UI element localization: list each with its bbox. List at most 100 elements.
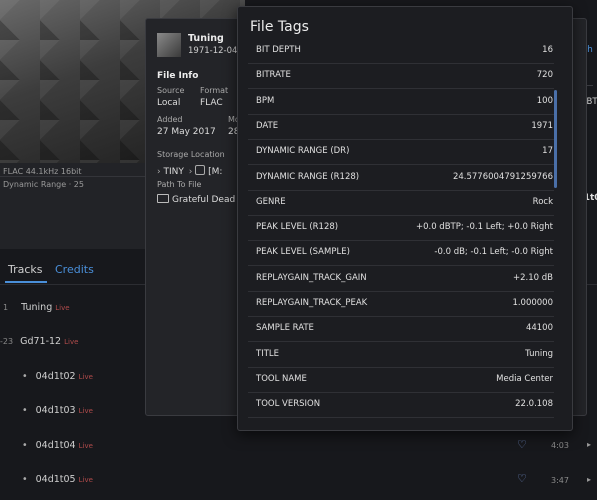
track-title: 04d1t03 [35, 405, 76, 416]
tag-row[interactable]: BPM 100 [248, 89, 554, 115]
track-row[interactable]: • 04d1t05 Live [22, 474, 93, 485]
chevron-right-icon: › [157, 167, 161, 177]
tag-value: 44100 [525, 323, 553, 334]
live-badge: Live [55, 304, 70, 312]
source-label: Source [157, 86, 185, 95]
bullet-icon: • [22, 371, 28, 382]
tag-key: REPLAYGAIN_TRACK_PEAK [256, 298, 368, 308]
tag-row[interactable]: BITRATE 720 [248, 63, 554, 90]
tag-key: DYNAMIC RANGE (DR) [256, 146, 350, 157]
live-badge: Live [78, 476, 93, 484]
tag-row[interactable]: GENRE Rock [248, 190, 554, 216]
bullet-icon: • [22, 405, 28, 416]
folder-name: Grateful Dead [172, 195, 236, 205]
live-badge: Live [64, 338, 79, 346]
tag-row[interactable]: SAMPLE RATE 44100 [248, 316, 554, 343]
favorite-heart-icon[interactable]: ♡ [517, 472, 527, 485]
tag-row[interactable]: TITLE Tuning [248, 342, 554, 368]
storage-path: [M: [208, 167, 223, 177]
tag-row[interactable]: DATE 1971 [248, 114, 554, 140]
tag-value: Media Center [496, 373, 553, 384]
file-info-heading: File Info [157, 71, 199, 81]
track-number: 1 [3, 303, 9, 312]
tag-key: SAMPLE RATE [256, 323, 314, 334]
track-row[interactable]: 1 Tuning Live [3, 302, 70, 313]
tag-key: GENRE [256, 196, 286, 207]
tag-list-scrollbar[interactable] [554, 90, 557, 188]
tag-value: 720 [536, 70, 553, 81]
tag-row[interactable]: REPLAYGAIN_TRACK_GAIN +2.10 dB [248, 266, 554, 292]
play-icon[interactable]: ▸ [587, 440, 591, 449]
path-to-file-label: Path To File [157, 180, 202, 189]
tag-key: TITLE [256, 348, 279, 359]
chevron-right-icon: › [188, 167, 193, 177]
tag-key: TOOL NAME [256, 373, 307, 384]
tag-row[interactable]: PEAK LEVEL (SAMPLE) -0.0 dB; -0.1 Left; -… [248, 240, 554, 267]
tag-value: 100 [536, 95, 553, 106]
tag-key: TOOL VERSION [256, 399, 321, 410]
track-number: -23 [0, 337, 14, 346]
folder-icon [157, 194, 169, 203]
tag-value: 1971 [531, 120, 553, 131]
tag-value: 1.000000 [512, 298, 553, 308]
track-title: Gd71-12 [20, 336, 62, 347]
tag-key: DYNAMIC RANGE (R128) [256, 171, 360, 182]
tag-key: BPM [256, 95, 275, 106]
live-badge: Live [78, 442, 93, 450]
tag-value: +2.10 dB [513, 272, 553, 283]
track-duration: 3:47 [551, 476, 569, 485]
tag-row[interactable]: TOOL VERSION 22.0.108 [248, 392, 554, 419]
tag-value: Rock [532, 196, 553, 207]
tab-tracks-underline [5, 281, 47, 283]
tag-key: PEAK LEVEL (R128) [256, 222, 339, 233]
tag-value: +0.0 dBTP; -0.1 Left; +0.0 Right [415, 222, 553, 233]
tab-credits[interactable]: Credits [55, 263, 94, 276]
tag-list[interactable]: BIT DEPTH 16 BITRATE 720 BPM 100 DATE 1971 DYNAM… [248, 45, 554, 427]
track-title: 04d1t05 [35, 474, 76, 485]
tag-value: -0.0 dB; -0.1 Left; -0.0 Right [434, 247, 553, 258]
track-row[interactable]: • 04d1t04 Live [22, 440, 93, 451]
storage-drive: TINY [163, 167, 184, 177]
track-row[interactable]: • 04d1t03 Live [22, 405, 93, 416]
path-to-file[interactable]: Grateful Dead [157, 194, 235, 205]
tag-value: 22.0.108 [515, 399, 553, 410]
track-row[interactable]: • 04d1t02 Live [22, 371, 93, 382]
drive-icon [195, 165, 206, 175]
track-title: 04d1t04 [35, 440, 76, 451]
live-badge: Live [78, 373, 93, 381]
tag-row[interactable]: DYNAMIC RANGE (DR) 17 [248, 139, 554, 166]
track-thumbnail [157, 33, 181, 57]
dynamic-range-line: Dynamic Range · 25 [3, 180, 84, 189]
tag-row[interactable]: TOOL NAME Media Center [248, 367, 554, 393]
tag-key: REPLAYGAIN_TRACK_GAIN [256, 272, 367, 283]
format-label: Format [200, 86, 229, 95]
source-value: Local [157, 98, 181, 108]
track-date: 1971-12-04 · [188, 46, 243, 56]
added-value: 27 May 2017 [157, 127, 216, 137]
favorite-heart-icon[interactable]: ♡ [517, 438, 527, 451]
bullet-icon: • [22, 474, 28, 485]
storage-location[interactable]: › TINY › [M: [157, 165, 222, 177]
track-row[interactable]: -23 Gd71-12 Live [0, 336, 78, 347]
file-tags-dialog: File Tags BIT DEPTH 16 BITRATE 720 BPM 100 DAT… [237, 6, 573, 431]
tag-value: 17 [542, 146, 553, 157]
tag-row[interactable]: BIT DEPTH 16 [248, 45, 554, 64]
format-value: FLAC [200, 98, 223, 108]
tag-key: BITRATE [256, 70, 291, 81]
track-title: 04d1t02 [35, 371, 76, 382]
tag-value: 16 [542, 45, 553, 55]
tag-row[interactable]: REPLAYGAIN_TRACK_PEAK 1.000000 [248, 291, 554, 317]
play-icon[interactable]: ▸ [587, 475, 591, 484]
tag-value: 24.5776004791259766 [452, 171, 553, 182]
tag-key: BIT DEPTH [256, 45, 301, 55]
dialog-title: File Tags [250, 19, 309, 35]
format-line: FLAC 44.1kHz 16bit [3, 167, 82, 176]
bullet-icon: • [22, 440, 28, 451]
track-duration: 4:03 [551, 441, 569, 450]
added-label: Added [157, 115, 183, 124]
tag-row[interactable]: DYNAMIC RANGE (R128) 24.5776004791259766 [248, 165, 554, 191]
tag-key: DATE [256, 120, 279, 131]
tag-row[interactable]: PEAK LEVEL (R128) +0.0 dBTP; -0.1 Left; +… [248, 215, 554, 242]
tab-tracks[interactable]: Tracks [8, 263, 43, 276]
tag-key: PEAK LEVEL (SAMPLE) [256, 247, 350, 258]
